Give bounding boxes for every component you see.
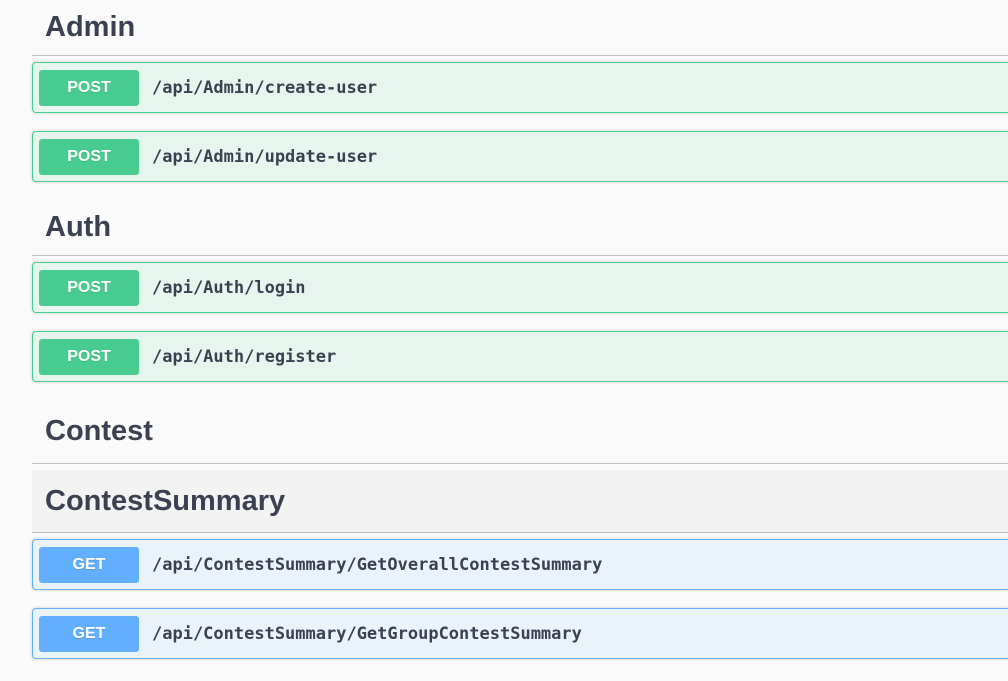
operation-path: /api/Admin/create-user (152, 77, 378, 98)
tag-section-admin: Admin POST /api/Admin/create-user POST /… (32, 0, 1008, 182)
operation-get-overall-contest-summary[interactable]: GET /api/ContestSummary/GetOverallContes… (32, 539, 1008, 590)
operation-path: /api/Admin/update-user (152, 146, 378, 167)
operation-path: /api/ContestSummary/GetOverallContestSum… (152, 554, 603, 575)
method-badge: POST (39, 138, 139, 175)
operation-get-group-contest-summary[interactable]: GET /api/ContestSummary/GetGroupContestS… (32, 608, 1008, 659)
operation-list: POST /api/Auth/login POST /api/Auth/regi… (32, 256, 1008, 382)
tag-name: Admin (45, 11, 136, 43)
method-badge: POST (39, 338, 139, 375)
operation-create-user[interactable]: POST /api/Admin/create-user (32, 62, 1008, 113)
tag-section-contestsummary: ContestSummary GET /api/ContestSummary/G… (32, 470, 1008, 659)
tag-name: ContestSummary (45, 484, 286, 517)
tag-name: Auth (45, 211, 112, 243)
method-badge: GET (39, 615, 139, 652)
tag-header-contestsummary[interactable]: ContestSummary (32, 470, 1008, 533)
tag-header-contest[interactable]: Contest (32, 400, 1008, 464)
method-badge: POST (39, 269, 139, 306)
operation-path: /api/Auth/login (152, 277, 306, 298)
tag-name: Contest (45, 415, 153, 447)
operation-update-user[interactable]: POST /api/Admin/update-user (32, 131, 1008, 182)
operations-container: Admin POST /api/Admin/create-user POST /… (32, 0, 1008, 677)
operation-list: POST /api/Admin/create-user POST /api/Ad… (32, 56, 1008, 182)
tag-section-auth: Auth POST /api/Auth/login POST /api/Auth… (32, 200, 1008, 382)
tag-section-contest: Contest (32, 400, 1008, 464)
tag-header-admin[interactable]: Admin (32, 0, 1008, 56)
operation-path: /api/ContestSummary/GetGroupContestSumma… (152, 623, 582, 644)
method-badge: GET (39, 546, 139, 583)
method-badge: POST (39, 69, 139, 106)
tag-header-auth[interactable]: Auth (32, 200, 1008, 256)
operation-login[interactable]: POST /api/Auth/login (32, 262, 1008, 313)
operation-list: GET /api/ContestSummary/GetOverallContes… (32, 533, 1008, 659)
operation-register[interactable]: POST /api/Auth/register (32, 331, 1008, 382)
operation-path: /api/Auth/register (152, 346, 337, 367)
